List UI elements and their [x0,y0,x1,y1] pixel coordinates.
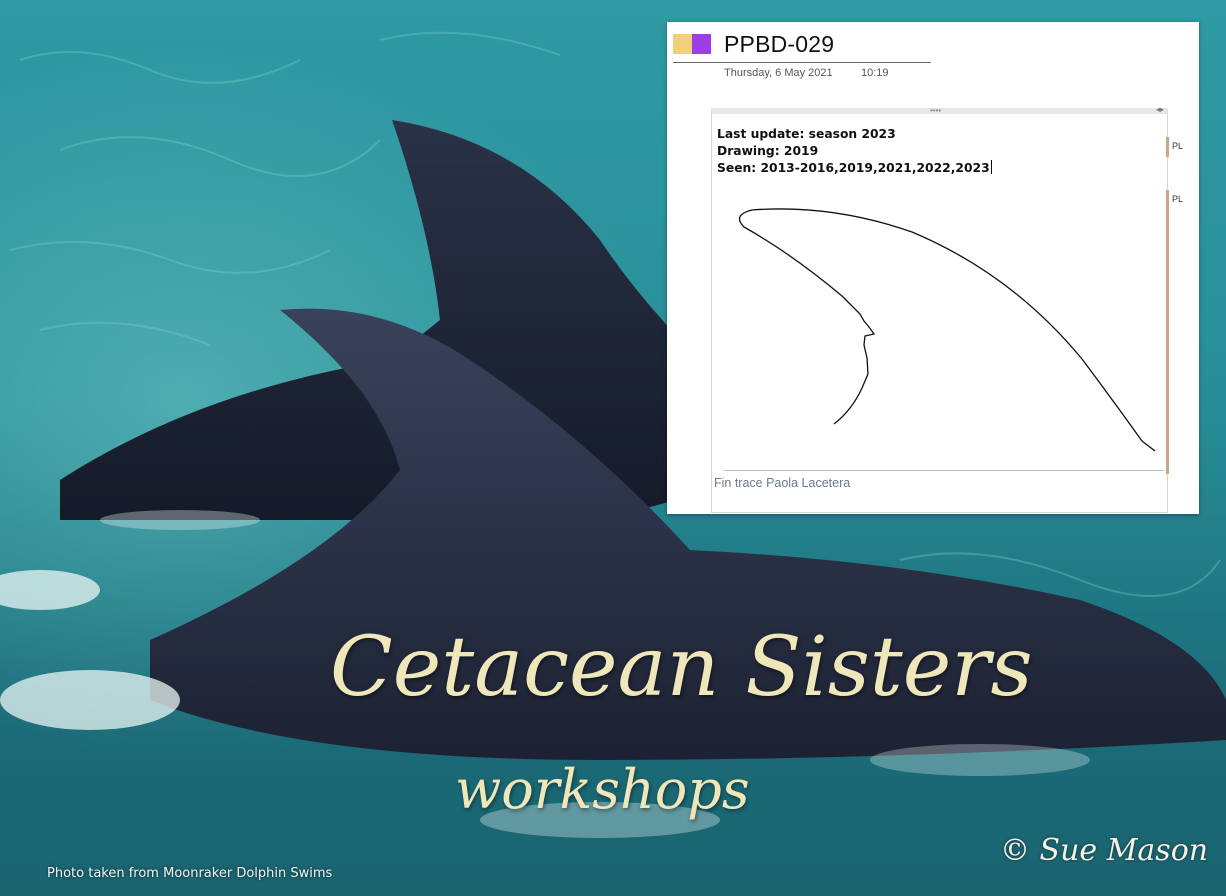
author-tag-1: PL [1172,141,1184,151]
fin-trace-caption: Fin trace Paola Lacetera [714,476,851,490]
purple-color-swatch [692,34,711,54]
author-bar-2 [1166,190,1169,474]
workshop-subtitle: workshops [455,758,750,821]
note-date: Thursday, 6 May 2021 [724,67,833,79]
yellow-color-swatch [673,34,692,54]
note-card: PPBD-029 Thursday, 6 May 2021 10:19 ••••… [667,22,1199,514]
note-container[interactable]: •••• ◂▸ Last update: season 2023 Drawing… [711,106,1168,513]
resize-arrows-icon[interactable]: ◂▸ [1156,106,1164,114]
workshop-title: Cetacean Sisters [330,620,1033,715]
author-tag-2: PL [1172,194,1184,204]
note-time: 10:19 [861,67,889,79]
title-divider [673,62,931,63]
caption-divider [724,470,1164,471]
note-title[interactable]: PPBD-029 [724,31,834,58]
fin-trace-drawing [738,208,1156,452]
author-bar-1 [1166,137,1169,157]
photo-credit: Photo taken from Moonraker Dolphin Swims [47,866,333,881]
photographer-signature: © Sue Mason [1000,833,1209,868]
